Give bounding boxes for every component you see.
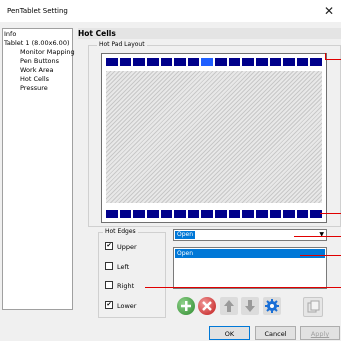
hot-cell[interactable] bbox=[133, 58, 145, 66]
hot-cell[interactable] bbox=[296, 210, 309, 218]
right-checkbox[interactable]: Right bbox=[105, 281, 134, 291]
delete-button[interactable] bbox=[198, 297, 216, 315]
tree-item-pressure[interactable]: Pressure bbox=[20, 84, 48, 93]
annotation-marker-list bbox=[300, 255, 341, 256]
chevron-down-icon[interactable]: ▼ bbox=[319, 230, 324, 240]
tree-item-info[interactable]: Info bbox=[4, 30, 16, 39]
annotation-marker-top-line bbox=[325, 59, 341, 60]
hot-cell[interactable] bbox=[119, 210, 132, 218]
arrow-up-icon bbox=[224, 300, 234, 312]
left-checkbox[interactable]: Left bbox=[105, 262, 129, 272]
tree-item-monitor-mapping[interactable]: Monitor Mapping bbox=[20, 48, 75, 57]
tree-item-work-area[interactable]: Work Area bbox=[20, 66, 53, 75]
hot-cell[interactable] bbox=[228, 210, 241, 218]
hot-cell[interactable] bbox=[146, 210, 159, 218]
bottom-hot-cells bbox=[106, 210, 322, 218]
settings-button[interactable] bbox=[263, 297, 281, 315]
close-icon[interactable]: ✕ bbox=[321, 3, 337, 19]
left-check-box[interactable] bbox=[105, 262, 113, 270]
section-title: Hot Cells bbox=[78, 28, 341, 39]
lower-checkbox[interactable]: ✔ Lower bbox=[105, 301, 136, 311]
move-up-button[interactable] bbox=[220, 297, 238, 315]
hot-cell[interactable] bbox=[146, 58, 159, 66]
hot-cell[interactable] bbox=[160, 58, 173, 66]
hot-cell[interactable] bbox=[106, 210, 118, 218]
annotation-marker-dropdown bbox=[294, 236, 341, 237]
tablet-active-area bbox=[106, 71, 322, 203]
hot-cell[interactable] bbox=[119, 58, 132, 66]
hot-cell[interactable] bbox=[201, 58, 213, 66]
hot-cell[interactable] bbox=[160, 210, 173, 218]
cancel-button[interactable]: Cancel bbox=[255, 326, 296, 340]
hot-cell[interactable] bbox=[310, 210, 322, 218]
action-dropdown[interactable]: Open ▼ bbox=[173, 229, 327, 241]
copy-button[interactable] bbox=[303, 297, 323, 317]
hot-pad-layout bbox=[101, 53, 327, 223]
hot-cell[interactable] bbox=[255, 210, 268, 218]
copy-icon bbox=[307, 300, 320, 313]
hot-cell[interactable] bbox=[174, 210, 186, 218]
hot-cell[interactable] bbox=[228, 58, 241, 66]
upper-label: Upper bbox=[117, 243, 137, 251]
title-bar: PenTablet Setting ✕ bbox=[0, 0, 341, 22]
hot-cell[interactable] bbox=[133, 210, 145, 218]
section-title-text: Hot Cells bbox=[78, 29, 116, 38]
settings-tree[interactable]: Info Tablet 1 (8.00x6.00) Monitor Mappin… bbox=[2, 28, 75, 310]
left-label: Left bbox=[117, 263, 130, 271]
hot-cell[interactable] bbox=[269, 58, 282, 66]
lower-label: Lower bbox=[117, 302, 137, 310]
list-item[interactable]: Open bbox=[175, 249, 325, 258]
move-down-button[interactable] bbox=[241, 297, 259, 315]
hot-pad-layout-label: Hot Pad Layout bbox=[97, 41, 147, 49]
pentablet-window: PenTablet Setting ✕ Info Tablet 1 (8.00x… bbox=[0, 0, 341, 341]
hot-cell[interactable] bbox=[296, 58, 309, 66]
hot-cell[interactable] bbox=[106, 58, 118, 66]
hot-cell[interactable] bbox=[310, 58, 322, 66]
hot-cell[interactable] bbox=[201, 210, 213, 218]
action-list[interactable]: Open bbox=[173, 247, 327, 289]
annotation-marker-bottom-cells bbox=[320, 213, 341, 214]
right-check-box[interactable] bbox=[105, 281, 113, 289]
x-circle-icon bbox=[202, 301, 212, 311]
action-dropdown-value: Open bbox=[175, 231, 196, 239]
annotation-marker-right-edge bbox=[145, 287, 341, 288]
hot-cell[interactable] bbox=[174, 58, 186, 66]
hot-cell[interactable] bbox=[269, 210, 282, 218]
hot-cell[interactable] bbox=[283, 58, 295, 66]
hot-cell[interactable] bbox=[283, 210, 295, 218]
upper-checkbox[interactable]: ✔ Upper bbox=[105, 242, 137, 252]
tree-item-tablet[interactable]: Tablet 1 (8.00x6.00) bbox=[4, 39, 70, 48]
apply-button[interactable]: Apply bbox=[300, 326, 340, 340]
window-title: PenTablet Setting bbox=[7, 7, 68, 15]
hot-cell[interactable] bbox=[215, 210, 227, 218]
hot-cell[interactable] bbox=[187, 210, 200, 218]
ok-button[interactable]: OK bbox=[209, 326, 250, 340]
top-hot-cells bbox=[106, 58, 322, 66]
upper-check-box[interactable]: ✔ bbox=[105, 242, 113, 250]
plus-circle-icon bbox=[181, 301, 191, 311]
gear-icon bbox=[265, 299, 279, 313]
hot-edges-label: Hot Edges bbox=[103, 228, 138, 236]
hot-cell[interactable] bbox=[242, 58, 254, 66]
hot-cell[interactable] bbox=[215, 58, 227, 66]
hot-cell[interactable] bbox=[242, 210, 254, 218]
add-button[interactable] bbox=[177, 297, 195, 315]
tree-item-hot-cells[interactable]: Hot Cells bbox=[20, 75, 49, 84]
right-label: Right bbox=[117, 282, 135, 290]
hot-cell[interactable] bbox=[255, 58, 268, 66]
tree-item-pen-buttons[interactable]: Pen Buttons bbox=[20, 57, 59, 66]
arrow-down-icon bbox=[245, 300, 255, 312]
lower-check-box[interactable]: ✔ bbox=[105, 301, 113, 309]
hot-cell[interactable] bbox=[187, 58, 200, 66]
